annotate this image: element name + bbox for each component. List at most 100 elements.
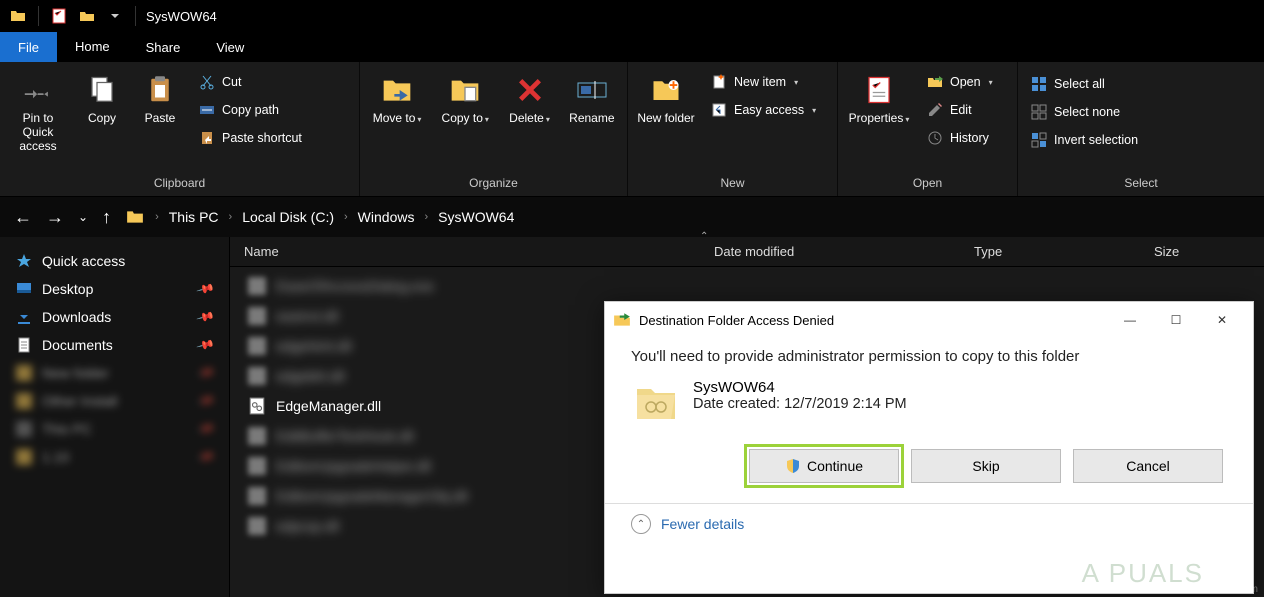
history-label: History xyxy=(950,131,989,145)
uac-shield-icon xyxy=(785,458,801,474)
sidebar-desktop[interactable]: Desktop 📌 xyxy=(4,275,225,303)
file-name: EdgeManager.dll xyxy=(276,398,381,414)
cut-button[interactable]: Cut xyxy=(194,70,306,94)
star-icon xyxy=(16,253,32,269)
dialog-folder-name: SysWOW64 xyxy=(693,379,907,396)
sidebar: Quick access Desktop 📌 Downloads 📌 Docum… xyxy=(0,237,230,597)
breadcrumb[interactable]: › This PC › Local Disk (C:) › Windows › … xyxy=(125,208,514,226)
new-folder-button[interactable]: New folder xyxy=(636,66,696,126)
chevron-right-icon[interactable]: › xyxy=(229,211,233,223)
properties-button[interactable]: Properties▾ xyxy=(846,66,912,126)
maximize-button[interactable]: ☐ xyxy=(1153,302,1199,338)
tab-view[interactable]: View xyxy=(198,32,262,62)
edit-button[interactable]: Edit xyxy=(922,98,997,122)
copy-path-button[interactable]: Copy path xyxy=(194,98,306,122)
paste-button[interactable]: Paste xyxy=(136,66,184,126)
group-clipboard-label: Clipboard xyxy=(8,174,351,194)
move-to-label: Move to xyxy=(373,111,416,125)
folder-icon xyxy=(125,208,145,226)
dropdown-icon: ▾ xyxy=(812,106,816,115)
rename-button[interactable]: Rename xyxy=(565,66,619,126)
chevron-up-icon: ⌃ xyxy=(631,514,651,534)
group-new: New folder New item ▾ Easy access ▾ New xyxy=(628,62,838,196)
tab-file[interactable]: File xyxy=(0,32,57,62)
crumb-local-disk[interactable]: Local Disk (C:) xyxy=(242,209,334,225)
history-dropdown[interactable]: ⌄ xyxy=(78,210,88,224)
select-all-button[interactable]: Select all xyxy=(1026,72,1142,96)
attribution: wsxdn.com xyxy=(1208,584,1258,595)
sidebar-downloads[interactable]: Downloads 📌 xyxy=(4,303,225,331)
close-button[interactable]: ✕ xyxy=(1199,302,1245,338)
copy-path-label: Copy path xyxy=(222,103,279,117)
tab-share[interactable]: Share xyxy=(128,32,199,62)
edit-icon xyxy=(926,102,944,118)
up-button[interactable]: ↑ xyxy=(102,207,111,228)
sidebar-item[interactable]: 1.10📌 xyxy=(4,443,225,471)
new-folder-qat-icon[interactable] xyxy=(75,4,99,28)
column-size[interactable]: Size xyxy=(1140,244,1264,259)
move-to-icon xyxy=(381,72,413,108)
back-button[interactable]: ← xyxy=(14,207,32,228)
sidebar-item[interactable]: New folder📌 xyxy=(4,359,225,387)
chevron-right-icon[interactable]: › xyxy=(344,211,348,223)
chevron-right-icon[interactable]: › xyxy=(155,211,159,223)
pin-to-quick-access-button[interactable]: Pin to Quick access xyxy=(8,66,68,153)
minimize-button[interactable]: — xyxy=(1107,302,1153,338)
paste-label: Paste xyxy=(145,112,176,126)
column-name[interactable]: Name xyxy=(230,244,700,259)
separator xyxy=(38,6,39,26)
forward-button[interactable]: → xyxy=(46,207,64,228)
rename-label: Rename xyxy=(569,112,614,126)
skip-button[interactable]: Skip xyxy=(911,449,1061,483)
chevron-right-icon[interactable]: › xyxy=(424,211,428,223)
easy-access-button[interactable]: Easy access ▾ xyxy=(706,98,820,122)
cancel-button[interactable]: Cancel xyxy=(1073,449,1223,483)
move-to-button[interactable]: Move to▾ xyxy=(368,66,426,126)
sidebar-item-label: Desktop xyxy=(42,281,93,297)
copy-button[interactable]: Copy xyxy=(78,66,126,126)
sidebar-item[interactable]: This PC📌 xyxy=(4,415,225,443)
dialog-titlebar: Destination Folder Access Denied — ☐ ✕ xyxy=(605,302,1253,338)
easy-access-label: Easy access xyxy=(734,103,804,117)
separator xyxy=(135,6,136,26)
crumb-syswow64[interactable]: SysWOW64 xyxy=(438,209,514,225)
window-title: SysWOW64 xyxy=(146,9,217,24)
column-headers: ⌃ Name Date modified Type Size xyxy=(230,237,1264,267)
crumb-this-pc[interactable]: This PC xyxy=(169,209,219,225)
copy-to-button[interactable]: Copy to▾ xyxy=(436,66,494,126)
easy-access-icon xyxy=(710,102,728,118)
desktop-icon xyxy=(16,281,32,297)
dropdown-icon: ▾ xyxy=(546,115,550,124)
list-item[interactable]: EaseOfAccessDialog.exe xyxy=(230,271,1264,301)
column-type[interactable]: Type xyxy=(960,244,1140,259)
select-all-icon xyxy=(1030,76,1048,92)
pin-icon: 📌 xyxy=(196,307,216,327)
sidebar-quick-access[interactable]: Quick access xyxy=(4,247,225,275)
tab-home[interactable]: Home xyxy=(57,32,128,62)
sidebar-documents[interactable]: Documents 📌 xyxy=(4,331,225,359)
group-new-label: New xyxy=(636,174,829,194)
folder-large-icon xyxy=(631,379,679,427)
delete-button[interactable]: Delete▾ xyxy=(504,66,554,126)
dropdown-icon: ▾ xyxy=(485,115,489,124)
group-open: Properties▾ Open ▾ Edit History Open xyxy=(838,62,1018,196)
new-item-button[interactable]: New item ▾ xyxy=(706,70,820,94)
sidebar-item[interactable]: Other Install📌 xyxy=(4,387,225,415)
continue-button[interactable]: Continue xyxy=(749,449,899,483)
select-none-button[interactable]: Select none xyxy=(1026,100,1142,124)
open-button[interactable]: Open ▾ xyxy=(922,70,997,94)
fewer-details-toggle[interactable]: ⌃ Fewer details xyxy=(605,504,1253,544)
qat-dropdown-icon[interactable] xyxy=(103,4,127,28)
paste-shortcut-button[interactable]: Paste shortcut xyxy=(194,126,306,150)
group-organize-label: Organize xyxy=(368,174,619,194)
column-date[interactable]: Date modified xyxy=(700,244,960,259)
new-folder-icon xyxy=(649,72,683,108)
crumb-windows[interactable]: Windows xyxy=(358,209,415,225)
dropdown-icon: ▾ xyxy=(417,115,421,124)
history-button[interactable]: History xyxy=(922,126,997,150)
invert-selection-button[interactable]: Invert selection xyxy=(1026,128,1142,152)
access-denied-dialog: Destination Folder Access Denied — ☐ ✕ Y… xyxy=(604,301,1254,594)
group-select: Select all Select none Invert selection … xyxy=(1018,62,1264,196)
invert-label: Invert selection xyxy=(1054,133,1138,147)
properties-qat-icon[interactable] xyxy=(47,4,71,28)
